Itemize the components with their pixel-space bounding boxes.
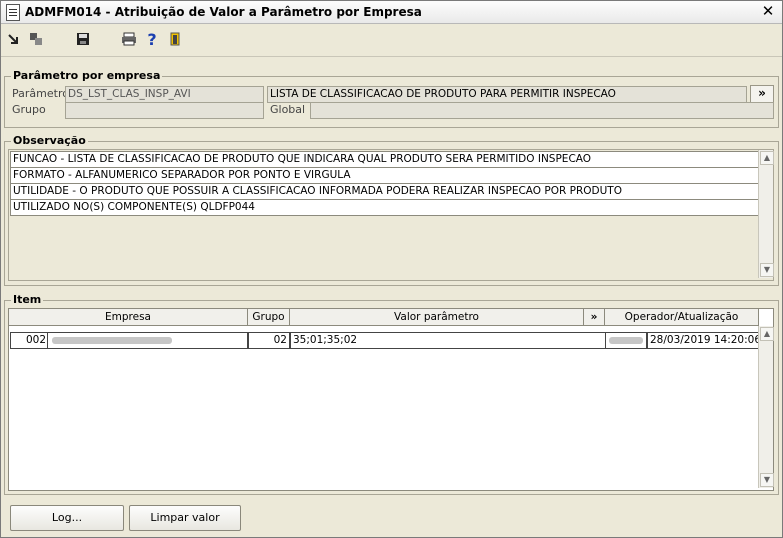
copy-icon[interactable]: [28, 31, 46, 49]
help-icon[interactable]: ?: [143, 31, 161, 49]
item-table: Empresa Grupo Valor parâmetro » Operador…: [8, 308, 774, 491]
global-field[interactable]: [310, 102, 774, 119]
toolbar: ?: [1, 24, 782, 57]
grupo-cell[interactable]: 02: [248, 332, 290, 349]
operador-cell[interactable]: [605, 332, 647, 349]
parametro-label: Parâmetro: [12, 87, 69, 100]
item-scrollbar[interactable]: ▲ ▼: [758, 326, 774, 488]
observacao-line: UTILIDADE - O PRODUTO QUE POSSUIR A CLAS…: [10, 183, 762, 200]
observacao-text-area[interactable]: FUNCAO - LISTA DE CLASSIFICACAO DE PRODU…: [8, 149, 774, 281]
log-button[interactable]: Log...: [10, 505, 124, 531]
column-header-valor[interactable]: Valor parâmetro: [290, 309, 584, 326]
print-icon[interactable]: [120, 31, 138, 49]
scroll-up-icon[interactable]: ▲: [760, 327, 774, 341]
parametro-group: Parâmetro por empresa Parâmetro DS_LST_C…: [4, 69, 779, 128]
limpar-valor-button[interactable]: Limpar valor: [129, 505, 241, 531]
observacao-line: FORMATO - ALFANUMERICO SEPARADOR POR PON…: [10, 167, 762, 184]
empresa-name-cell[interactable]: [47, 332, 248, 349]
column-header-grupo[interactable]: Grupo: [248, 309, 290, 326]
grupo-field[interactable]: [65, 102, 264, 119]
atualizacao-cell[interactable]: 28/03/2019 14:20:06: [647, 332, 760, 349]
title-bar: ADMFM014 - Atribuição de Valor a Parâmet…: [1, 1, 782, 24]
column-header-operador[interactable]: Operador/Atualização: [605, 309, 759, 326]
document-icon: [6, 4, 20, 21]
observacao-line: UTILIZADO NO(S) COMPONENTE(S) QLDFP044: [10, 199, 762, 216]
parametro-code-field[interactable]: DS_LST_CLAS_INSP_AVI: [65, 86, 264, 103]
observacao-scrollbar[interactable]: ▲ ▼: [758, 150, 774, 278]
column-header-expand-button[interactable]: »: [584, 309, 605, 326]
item-group-label: Item: [11, 293, 44, 306]
exit-door-icon[interactable]: [167, 31, 185, 49]
empresa-code-cell[interactable]: 002: [10, 332, 49, 349]
parametro-group-label: Parâmetro por empresa: [11, 69, 163, 82]
main-window: ADMFM014 - Atribuição de Valor a Parâmet…: [0, 0, 783, 538]
scroll-down-icon[interactable]: ▼: [760, 473, 774, 487]
grupo-label: Grupo: [12, 103, 46, 116]
window-title: ADMFM014 - Atribuição de Valor a Parâmet…: [25, 5, 422, 19]
observacao-group-label: Observação: [11, 134, 88, 147]
valor-cell[interactable]: 35;01;35;02: [290, 332, 607, 349]
parametro-description-field[interactable]: LISTA DE CLASSIFICACAO DE PRODUTO PARA P…: [267, 86, 747, 103]
redacted-text: [609, 336, 643, 344]
parametro-expand-button[interactable]: »: [750, 85, 774, 103]
global-label: Global: [270, 103, 306, 116]
save-icon[interactable]: [75, 31, 93, 49]
redacted-text: [52, 336, 172, 344]
observacao-line: FUNCAO - LISTA DE CLASSIFICACAO DE PRODU…: [10, 151, 762, 168]
column-header-empresa[interactable]: Empresa: [9, 309, 248, 326]
close-button[interactable]: ✕: [760, 4, 776, 20]
scroll-up-icon[interactable]: ▲: [760, 151, 774, 165]
arrow-in-icon[interactable]: [6, 31, 24, 49]
scroll-down-icon[interactable]: ▼: [760, 263, 774, 277]
